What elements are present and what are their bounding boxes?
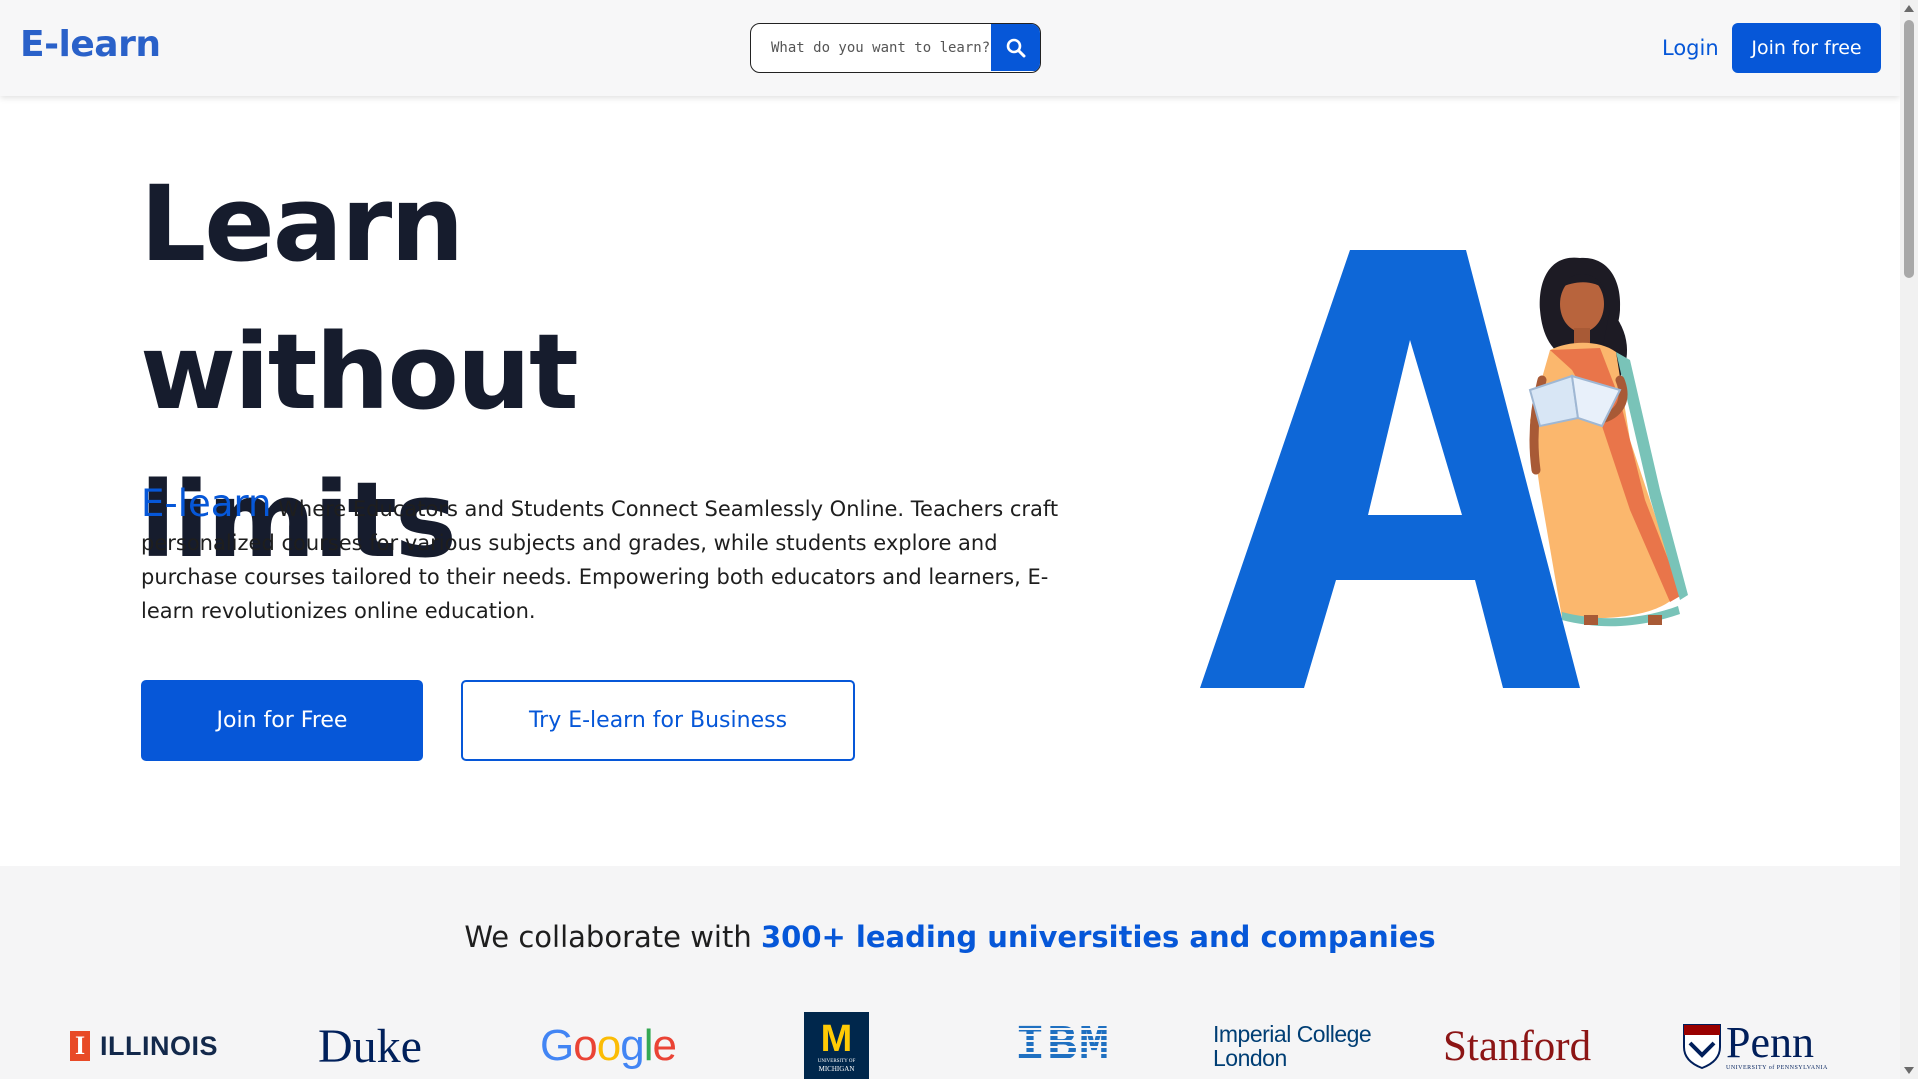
partners-heading-highlight: 300+ leading universities and companies [760, 920, 1436, 954]
penn-subtitle: UNIVERSITY of PENNSYLVANIA [1726, 1065, 1828, 1071]
illinois-wordmark: ILLINOIS [100, 1030, 218, 1061]
search-button[interactable] [991, 24, 1040, 71]
michigan-text-line1: UNIVERSITY OF [817, 1058, 856, 1064]
stanford-wordmark: Stanford [1443, 1022, 1592, 1070]
imperial-line2: London [1213, 1045, 1287, 1071]
hero-description-text: Where Educators and Students Connect Sea… [141, 497, 1059, 623]
google-logo[interactable]: Google [540, 1011, 677, 1079]
michigan-block-m: M [820, 1017, 853, 1060]
hero-illustration [1200, 250, 1688, 688]
illinois-logo[interactable]: I ILLINOIS [70, 1011, 218, 1079]
google-letter-o2: o [596, 1021, 622, 1070]
google-letter-e: e [652, 1021, 677, 1070]
ibm-wordmark: IBM [1015, 1017, 1112, 1075]
join-for-free-hero-button[interactable]: Join for Free [141, 680, 423, 761]
penn-logo[interactable]: Penn UNIVERSITY of PENNSYLVANIA [1682, 1011, 1828, 1079]
michigan-text-line2: MICHIGAN [818, 1064, 855, 1073]
search-icon [1006, 38, 1025, 57]
scroll-up-arrow-icon[interactable] [1904, 5, 1914, 12]
michigan-logo[interactable]: M UNIVERSITY OF MICHIGAN [804, 1011, 869, 1079]
penn-shield-icon [1683, 1024, 1721, 1069]
scroll-down-arrow-icon[interactable] [1904, 1067, 1914, 1074]
imperial-logo[interactable]: Imperial College London [1213, 1011, 1372, 1079]
hero-brand-name: E-learn [141, 482, 272, 525]
stanford-logo[interactable]: Stanford [1443, 1011, 1591, 1079]
hero-title-line1: Learn without [140, 163, 579, 433]
duke-wordmark: Duke [318, 1019, 422, 1073]
try-business-button[interactable]: Try E-learn for Business [461, 680, 855, 761]
top-navbar: E-learn Login Join for free [0, 0, 1900, 96]
google-wordmark: Google [540, 1021, 677, 1071]
partners-section: We collaborate with 300+ leading univers… [0, 866, 1900, 1079]
duke-logo[interactable]: Duke [318, 1011, 422, 1079]
google-letter-o1: o [573, 1021, 598, 1070]
woman-reading-illustration [1528, 257, 1688, 627]
google-letter-g2: g [620, 1021, 645, 1070]
penn-text-group: Penn UNIVERSITY of PENNSYLVANIA [1726, 1018, 1828, 1072]
letter-a-graphic [1200, 250, 1580, 688]
search-bar [750, 23, 1041, 73]
page-scrollbar[interactable] [1900, 0, 1918, 1079]
scrollbar-thumb[interactable] [1904, 20, 1914, 278]
michigan-emblem: M UNIVERSITY OF MICHIGAN [804, 1012, 869, 1079]
partners-heading-prefix: We collaborate with [464, 920, 761, 954]
search-input[interactable] [751, 24, 991, 71]
ibm-logo[interactable]: IBM [1015, 1011, 1111, 1079]
page: E-learn Login Join for free Learn withou… [0, 0, 1918, 1079]
penn-wordmark: Penn [1726, 1018, 1814, 1067]
hero-description: E-learn Where Educators and Students Con… [141, 485, 1081, 628]
imperial-line1: Imperial College [1213, 1021, 1372, 1047]
join-for-free-button[interactable]: Join for free [1732, 23, 1881, 73]
login-link[interactable]: Login [1662, 36, 1719, 60]
site-logo[interactable]: E-learn [20, 24, 161, 65]
google-letter-g: G [540, 1021, 574, 1070]
partners-heading: We collaborate with 300+ leading univers… [0, 920, 1900, 954]
illinois-block-i: I [70, 1031, 90, 1061]
